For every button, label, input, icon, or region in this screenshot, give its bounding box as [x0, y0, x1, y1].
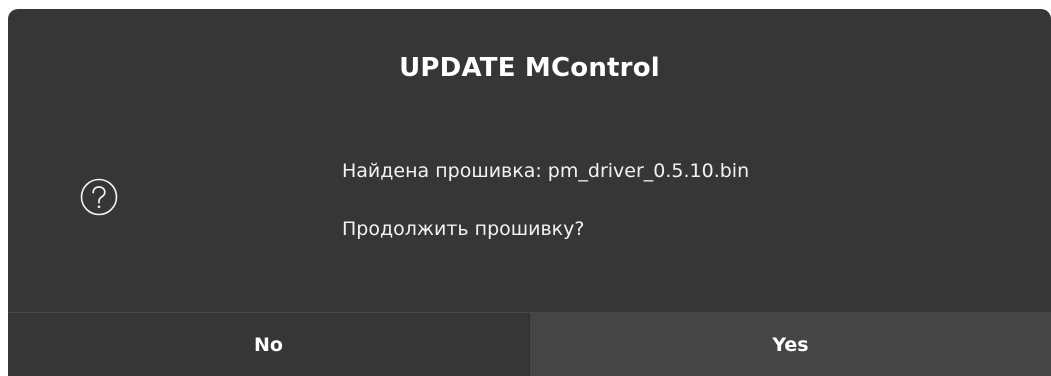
yes-button[interactable]: Yes — [529, 313, 1051, 376]
update-dialog: UPDATE MControl Найдена прошивка: pm_dri… — [8, 9, 1051, 376]
message-line-2: Продолжить прошивку? — [342, 218, 585, 240]
no-button[interactable]: No — [8, 313, 529, 376]
question-circle-icon — [80, 178, 118, 216]
message-line-1: Найдена прошивка: pm_driver_0.5.10.bin — [342, 160, 750, 182]
dialog-title: UPDATE MControl — [399, 53, 660, 83]
dialog-button-bar: No Yes — [8, 312, 1051, 376]
